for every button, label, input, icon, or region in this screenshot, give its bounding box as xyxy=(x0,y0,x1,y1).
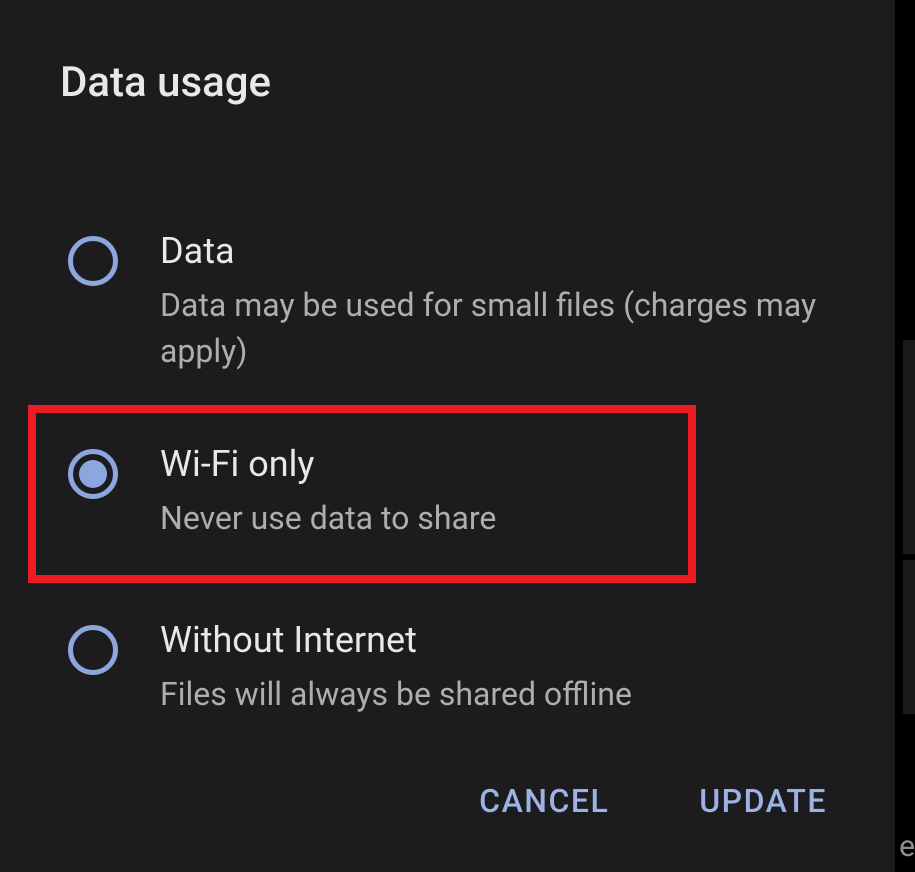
option-text: Wi-Fi only Never use data to share xyxy=(160,443,496,541)
option-subtitle: Never use data to share xyxy=(160,495,496,541)
dialog-actions: CANCEL UPDATE xyxy=(479,782,827,820)
option-wifi-only[interactable]: Wi-Fi only Never use data to share xyxy=(32,409,692,579)
option-subtitle: Data may be used for small files (charge… xyxy=(160,282,835,375)
options-list: Data Data may be used for small files (c… xyxy=(60,212,835,746)
data-usage-dialog: Data usage Data Data may be used for sma… xyxy=(0,0,895,872)
edge-char: e xyxy=(899,829,915,864)
radio-icon xyxy=(68,449,118,499)
radio-icon xyxy=(68,625,118,675)
option-data[interactable]: Data Data may be used for small files (c… xyxy=(60,212,835,403)
update-button[interactable]: UPDATE xyxy=(699,782,827,820)
cancel-button[interactable]: CANCEL xyxy=(479,782,609,820)
option-title: Data xyxy=(160,230,835,272)
dialog-title: Data usage xyxy=(60,58,835,107)
option-text: Without Internet Files will always be sh… xyxy=(160,619,632,717)
edge-segment xyxy=(903,340,915,554)
option-without-internet[interactable]: Without Internet Files will always be sh… xyxy=(60,601,835,745)
option-title: Without Internet xyxy=(160,619,632,661)
edge-segment xyxy=(903,560,915,714)
option-text: Data Data may be used for small files (c… xyxy=(160,230,835,375)
option-title: Wi-Fi only xyxy=(160,443,496,485)
radio-icon xyxy=(68,236,118,286)
option-subtitle: Files will always be shared offline xyxy=(160,671,632,717)
right-edge-background: e xyxy=(895,0,915,872)
